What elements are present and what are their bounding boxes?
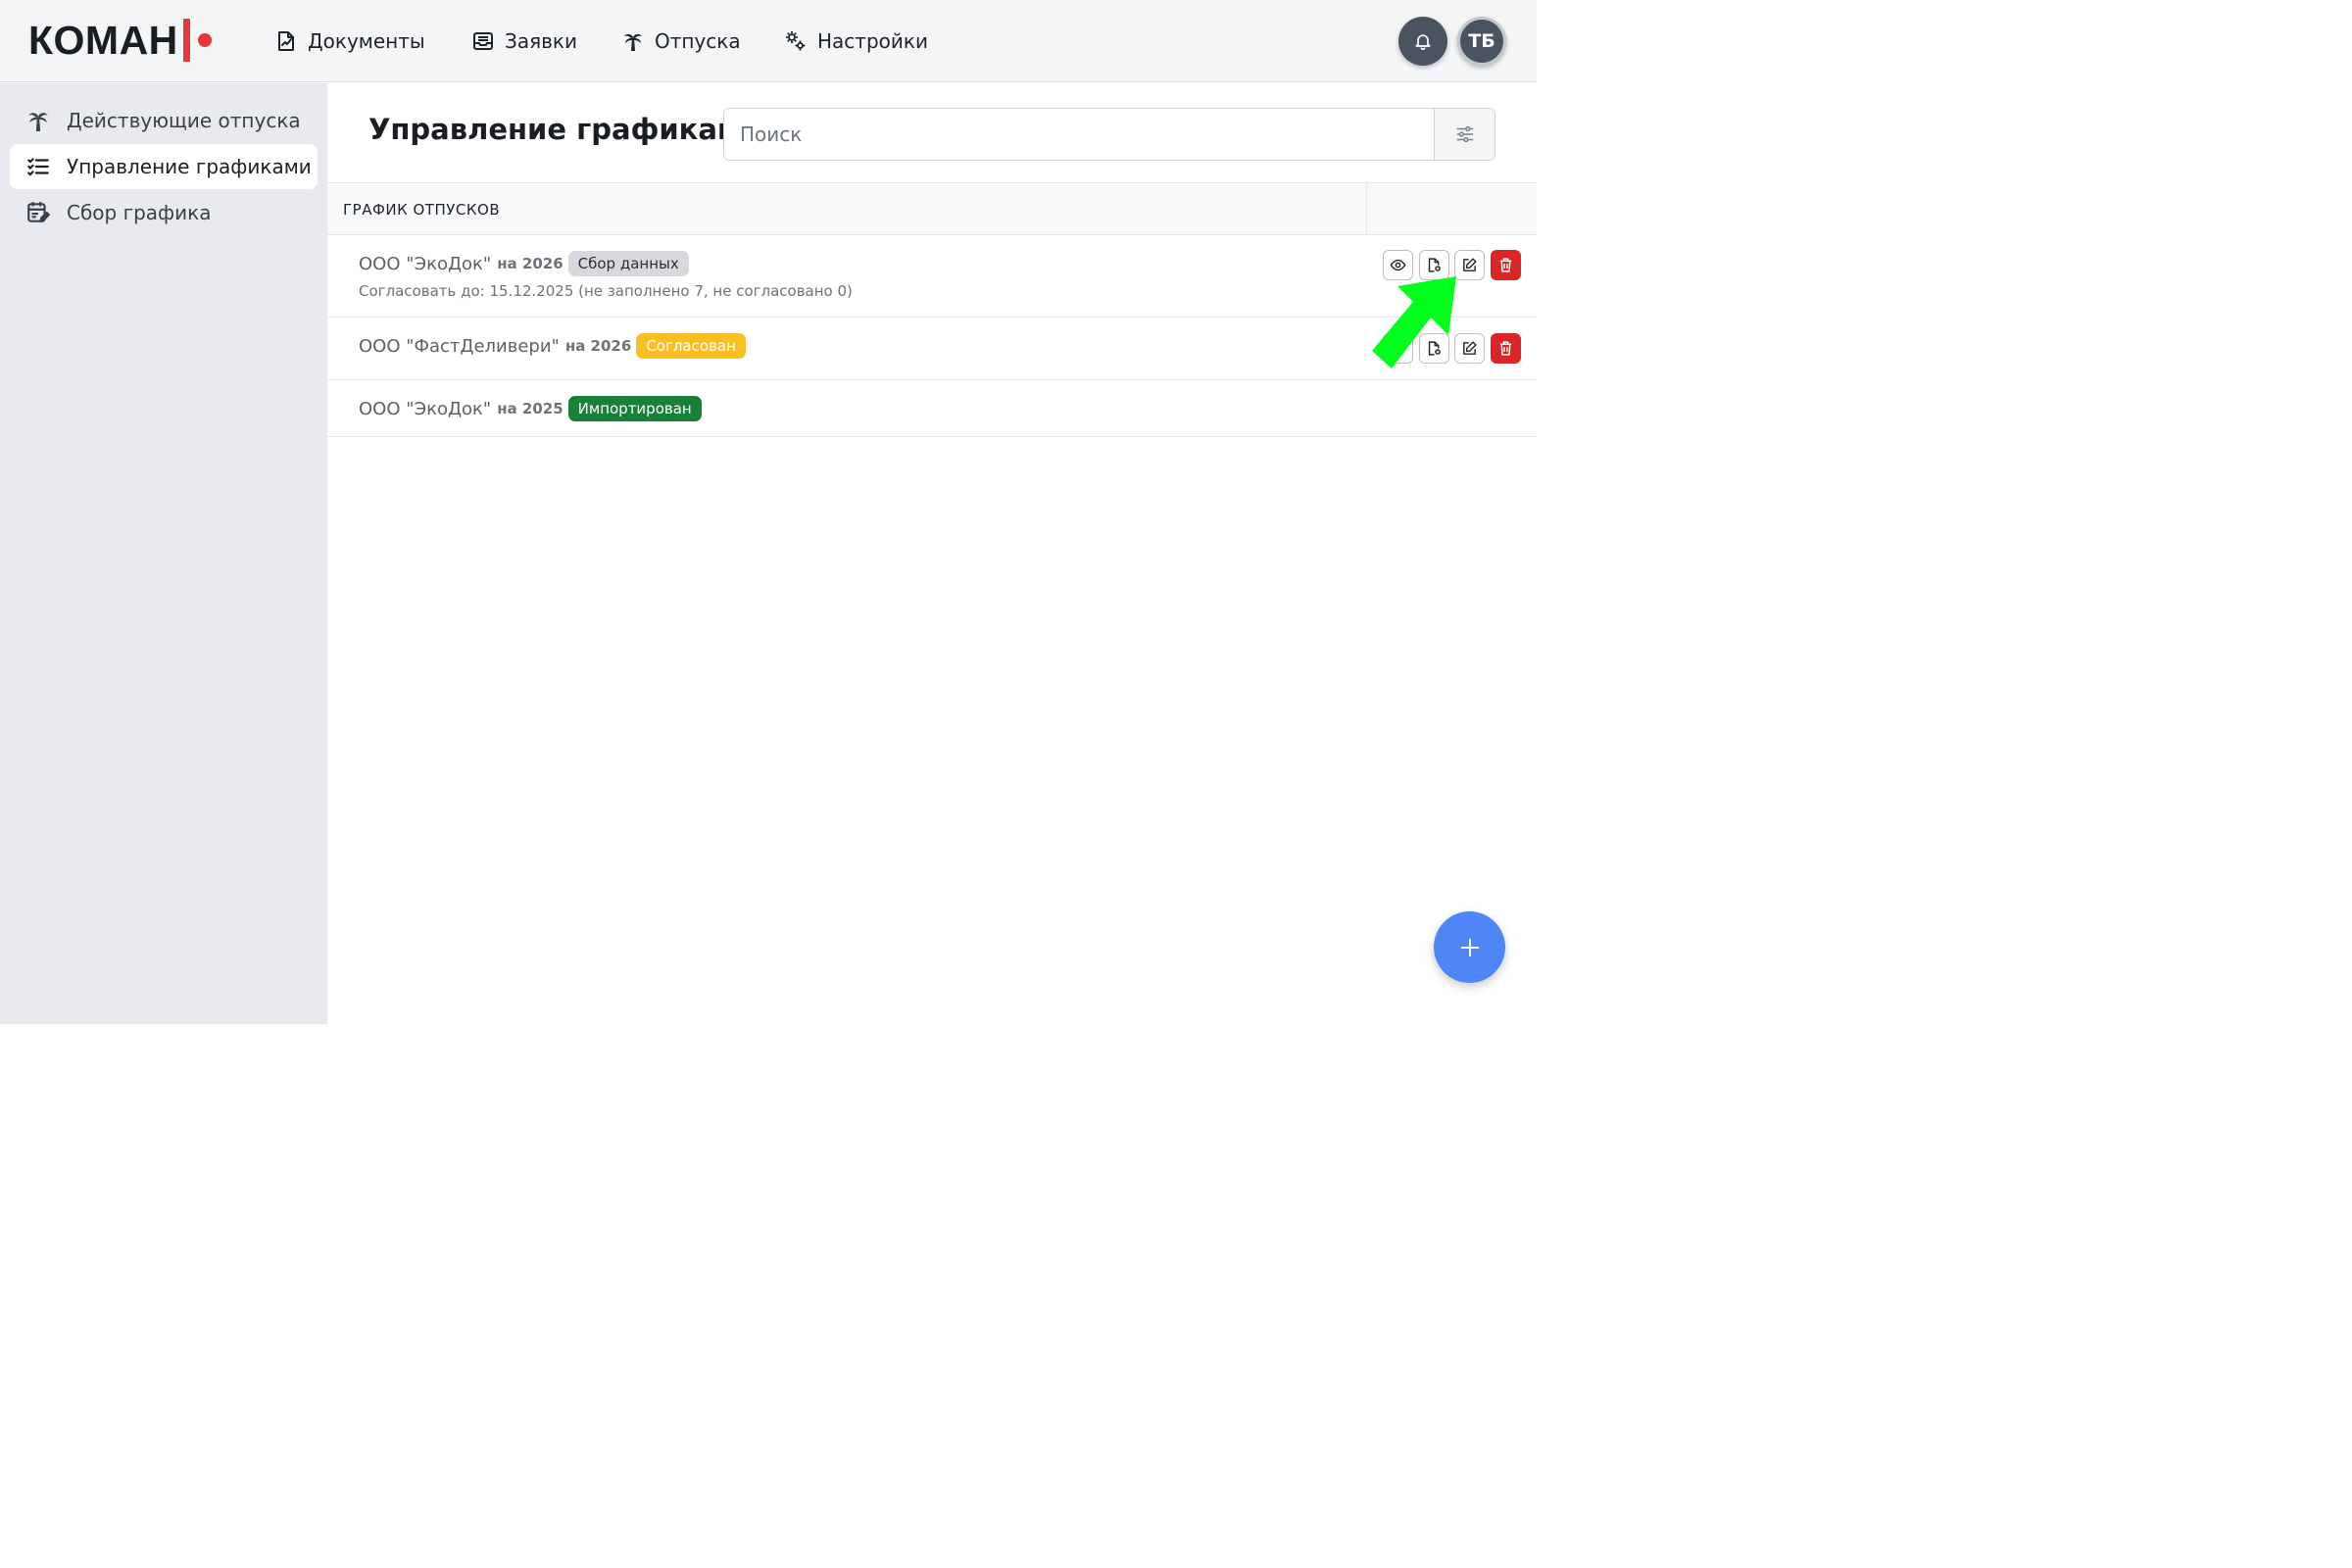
user-avatar[interactable]: ТБ xyxy=(1457,17,1506,66)
nav-vacations[interactable]: Отпуска xyxy=(621,24,741,59)
calendar-edit-icon xyxy=(27,202,50,222)
column-header-schedule: ГРАФИК ОТПУСКОВ xyxy=(343,201,501,219)
row-year: на 2025 xyxy=(497,400,564,417)
sliders-icon xyxy=(1456,125,1473,143)
palm-tree-icon xyxy=(624,33,642,51)
page-title: Управление графиками xyxy=(368,113,760,146)
row-year: на 2026 xyxy=(564,337,632,355)
nav-settings-label: Настройки xyxy=(817,29,928,53)
row-subtitle: Согласовать до: 15.12.2025 (не заполнено… xyxy=(359,282,853,300)
logo-text: КОМАН xyxy=(28,18,178,63)
row-title: ООО "ЭкоДок" на 2026 Сбор данных xyxy=(359,251,689,276)
row-year: на 2026 xyxy=(497,255,564,272)
trash-icon xyxy=(1499,341,1512,356)
sidebar-item-schedule-management[interactable]: Управление графиками xyxy=(10,144,318,189)
eye-icon xyxy=(1390,342,1406,355)
file-plus-icon xyxy=(1428,258,1441,272)
table-header: ГРАФИК ОТПУСКОВ xyxy=(327,182,1537,235)
table-row[interactable]: ООО "ЭкоДок" на 2026 Сбор данных Согласо… xyxy=(327,235,1537,318)
filter-button[interactable] xyxy=(1434,109,1494,160)
sidebar-item-label: Сбор графика xyxy=(67,201,212,224)
table-row[interactable]: ООО "ФастДеливери" на 2026 Согласован xyxy=(327,318,1537,380)
edit-button[interactable] xyxy=(1454,333,1485,364)
table-row[interactable]: ООО "ЭкоДок" на 2025 Импортирован xyxy=(327,380,1537,437)
edit-icon xyxy=(1463,258,1477,271)
delete-button[interactable] xyxy=(1491,333,1521,364)
sidebar-item-label: Управление графиками xyxy=(67,155,312,178)
view-button[interactable] xyxy=(1383,250,1413,280)
notifications-button[interactable] xyxy=(1398,17,1447,66)
row-title: ООО "ЭкоДок" на 2025 Импортирован xyxy=(359,396,702,421)
sidebar-item-active-vacations[interactable]: Действующие отпуска xyxy=(10,98,318,143)
nav-vacations-label: Отпуска xyxy=(655,29,741,53)
add-file-button[interactable] xyxy=(1419,250,1449,280)
edit-button[interactable] xyxy=(1454,250,1485,280)
eye-icon xyxy=(1390,259,1406,271)
main-content: Управление графиками ГРАФИК ОТПУСКОВ ООО… xyxy=(327,83,1537,1024)
logo-bar xyxy=(182,19,190,62)
sidebar-item-label: Действующие отпуска xyxy=(67,109,301,132)
status-badge: Согласован xyxy=(636,333,746,359)
row-company: ООО "ЭкоДок" xyxy=(359,253,492,274)
nav-documents-label: Документы xyxy=(308,29,425,53)
user-initials: ТБ xyxy=(1468,30,1495,52)
palm-tree-icon xyxy=(28,113,48,131)
row-company: ООО "ФастДеливери" xyxy=(359,335,560,357)
add-file-button[interactable] xyxy=(1419,333,1449,364)
nav-requests[interactable]: Заявки xyxy=(471,24,577,59)
edit-icon xyxy=(1463,341,1477,355)
add-schedule-button[interactable] xyxy=(1434,911,1505,983)
search-group xyxy=(723,108,1495,161)
plus-icon xyxy=(1460,938,1479,956)
bell-icon xyxy=(1415,34,1431,51)
status-badge: Импортирован xyxy=(567,396,702,421)
view-button[interactable] xyxy=(1383,333,1413,364)
trash-icon xyxy=(1499,258,1512,272)
logo[interactable]: КОМАН xyxy=(28,18,212,63)
row-title: ООО "ФастДеливери" на 2026 Согласован xyxy=(359,333,746,359)
top-navbar: КОМАН Документы Заявки Отпуска Настройки… xyxy=(0,0,1537,82)
sidebar: Действующие отпуска Управление графиками… xyxy=(0,83,327,1024)
search-input[interactable] xyxy=(724,109,1434,160)
gears-icon xyxy=(786,31,806,51)
nav-settings[interactable]: Настройки xyxy=(784,24,928,59)
inbox-icon xyxy=(473,32,493,50)
nav-documents[interactable]: Документы xyxy=(274,24,425,59)
checklist-icon xyxy=(27,158,49,176)
document-chart-icon xyxy=(278,31,294,51)
sidebar-item-schedule-collection[interactable]: Сбор графика xyxy=(10,190,318,235)
nav-requests-label: Заявки xyxy=(505,29,577,53)
delete-button[interactable] xyxy=(1491,250,1521,280)
file-plus-icon xyxy=(1428,341,1441,356)
row-company: ООО "ЭкоДок" xyxy=(359,398,492,419)
status-badge: Сбор данных xyxy=(567,251,689,276)
column-divider xyxy=(1366,183,1367,235)
logo-dot xyxy=(197,33,212,47)
